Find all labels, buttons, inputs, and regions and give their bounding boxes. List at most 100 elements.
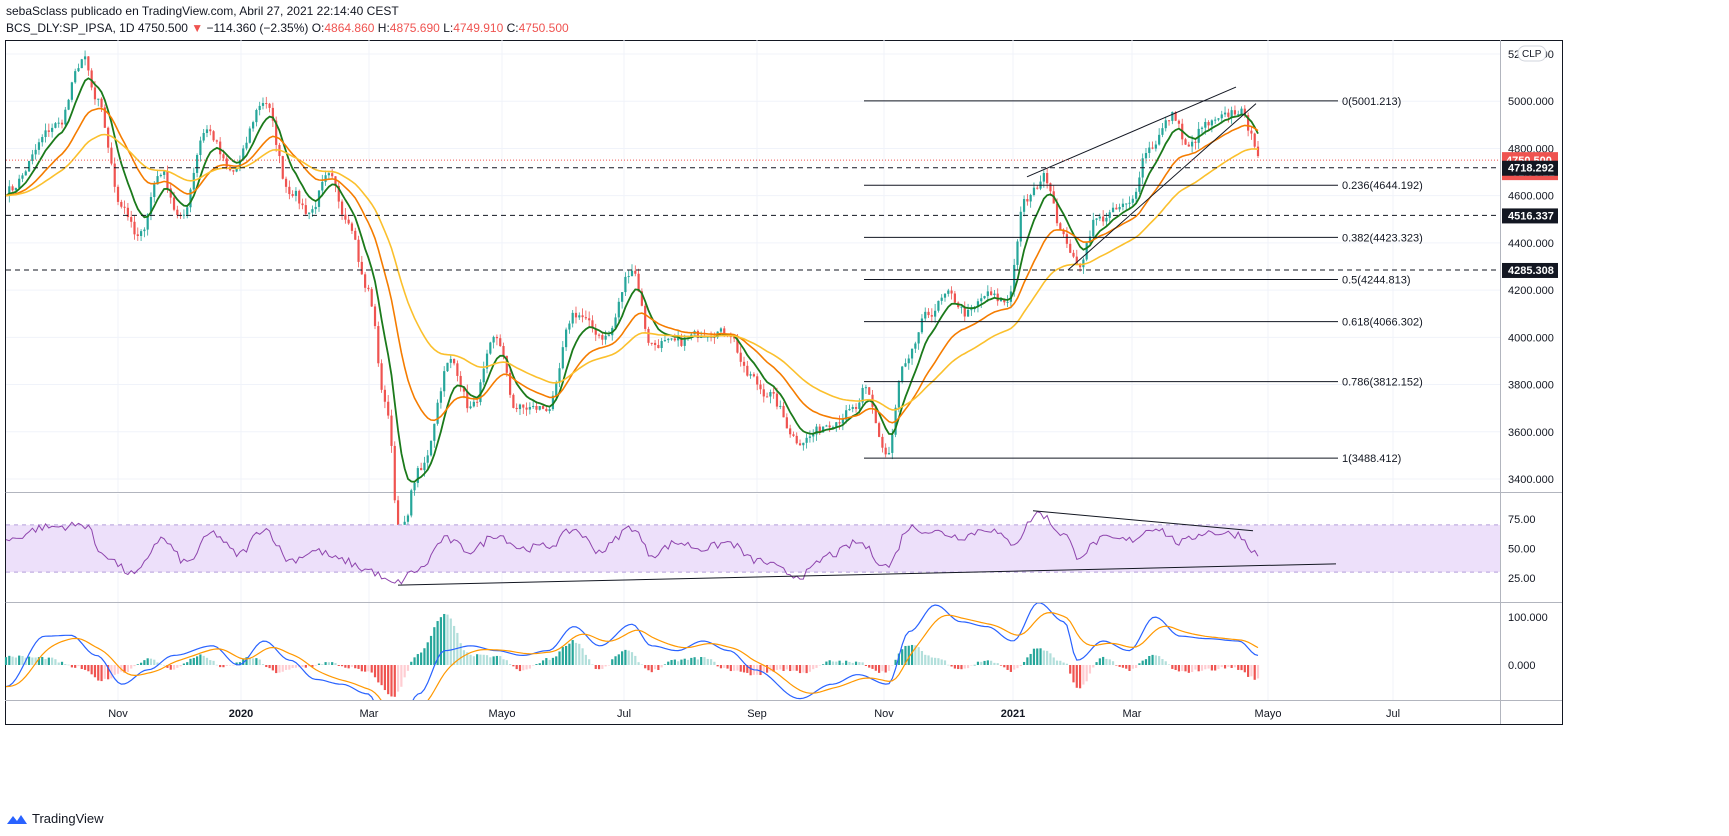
macd-bar bbox=[808, 665, 812, 672]
candle bbox=[561, 347, 564, 369]
candle bbox=[436, 402, 439, 424]
macd-bar bbox=[334, 663, 337, 665]
macd-bar bbox=[340, 665, 344, 667]
candle bbox=[644, 305, 647, 329]
candle bbox=[627, 276, 630, 278]
macd-bar bbox=[947, 664, 950, 666]
candle bbox=[1214, 119, 1217, 121]
candle bbox=[667, 338, 670, 341]
candle bbox=[739, 352, 742, 362]
macd-bar bbox=[383, 665, 386, 691]
candle bbox=[1200, 127, 1204, 129]
macd-bar bbox=[377, 665, 380, 683]
candle bbox=[406, 515, 410, 522]
candle bbox=[252, 122, 255, 129]
macd-bar bbox=[1036, 648, 1039, 665]
candle bbox=[1029, 194, 1032, 202]
candle bbox=[805, 437, 808, 443]
macd-bar bbox=[327, 662, 330, 665]
macd-bar bbox=[90, 665, 93, 675]
macd-bar bbox=[657, 665, 660, 670]
macd-bar bbox=[219, 665, 222, 668]
macd-bar bbox=[927, 655, 930, 665]
candle bbox=[304, 205, 307, 214]
candle bbox=[1092, 219, 1095, 237]
macd-bar bbox=[742, 665, 746, 673]
time-tick-label: 2020 bbox=[229, 708, 253, 720]
macd-bar bbox=[528, 665, 531, 669]
macd-bar bbox=[1006, 665, 1009, 670]
macd-bar bbox=[321, 664, 324, 665]
macd-bar bbox=[324, 662, 327, 665]
candle bbox=[446, 362, 449, 372]
macd-bar bbox=[1223, 665, 1227, 669]
macd-bar bbox=[845, 660, 848, 665]
candle bbox=[205, 129, 209, 134]
candle bbox=[113, 163, 116, 187]
macd-bar bbox=[1075, 665, 1078, 688]
macd-bar bbox=[565, 645, 568, 665]
macd-bar bbox=[159, 664, 162, 666]
macd-bar bbox=[449, 618, 452, 665]
macd-bar bbox=[228, 665, 232, 666]
macd-bar bbox=[1026, 657, 1029, 665]
macd-bar bbox=[686, 659, 690, 665]
candle bbox=[986, 291, 989, 297]
macd-bar bbox=[261, 664, 265, 665]
chart-area[interactable]: 0(5001.213) 0.236(4644.192) 0.382(4423.323… bbox=[0, 0, 1729, 836]
macd-tick-label: 100.000 bbox=[1508, 612, 1548, 624]
footer-brand[interactable]: TradingView bbox=[6, 811, 104, 826]
fib-label: 0.786(3812.152) bbox=[1342, 377, 1423, 389]
macd-bar bbox=[1078, 665, 1082, 689]
macd-bar bbox=[100, 665, 103, 682]
candle bbox=[762, 389, 765, 397]
macd-bar bbox=[854, 661, 858, 665]
candle bbox=[1032, 187, 1036, 195]
macd-bar bbox=[1174, 665, 1177, 670]
candle bbox=[604, 335, 607, 340]
candle bbox=[347, 219, 350, 224]
candle bbox=[742, 361, 746, 366]
candle bbox=[1016, 241, 1019, 265]
candle bbox=[11, 186, 14, 191]
candle bbox=[1128, 202, 1131, 204]
candle bbox=[413, 482, 416, 491]
rsi-tick-label: 50.00 bbox=[1508, 544, 1536, 556]
macd-bar bbox=[1194, 665, 1197, 670]
macd-bar bbox=[759, 665, 762, 676]
candle bbox=[1026, 199, 1029, 202]
candle bbox=[1207, 121, 1210, 126]
macd-bar bbox=[67, 664, 70, 666]
candle bbox=[1105, 217, 1108, 222]
candle bbox=[380, 363, 383, 390]
macd-bar bbox=[545, 658, 548, 665]
macd-bar bbox=[195, 656, 199, 665]
candle bbox=[314, 206, 317, 210]
macd-bar bbox=[1220, 665, 1223, 668]
macd-bar bbox=[1256, 665, 1260, 679]
macd-bar bbox=[541, 660, 545, 665]
macd-bar bbox=[864, 665, 868, 666]
candle bbox=[897, 381, 900, 408]
macd-bar bbox=[831, 661, 835, 665]
candle bbox=[660, 341, 663, 349]
macd-bar bbox=[1055, 660, 1059, 665]
candle bbox=[489, 342, 492, 354]
macd-bar bbox=[673, 659, 676, 665]
candle bbox=[1144, 153, 1148, 159]
macd-bar bbox=[70, 665, 73, 668]
time-tick-label: Nov bbox=[874, 708, 894, 720]
candle bbox=[571, 312, 574, 324]
candle bbox=[907, 358, 910, 364]
candle bbox=[607, 335, 611, 337]
candle bbox=[143, 229, 146, 232]
candle bbox=[1177, 120, 1181, 124]
macd-bar bbox=[1191, 665, 1194, 673]
candle bbox=[93, 87, 97, 100]
candle bbox=[752, 374, 756, 377]
macd-bar bbox=[74, 665, 77, 668]
time-tick-label: Mar bbox=[1123, 708, 1142, 720]
macd-bar bbox=[416, 654, 419, 665]
macd-bar bbox=[611, 659, 614, 665]
candle bbox=[74, 71, 77, 83]
